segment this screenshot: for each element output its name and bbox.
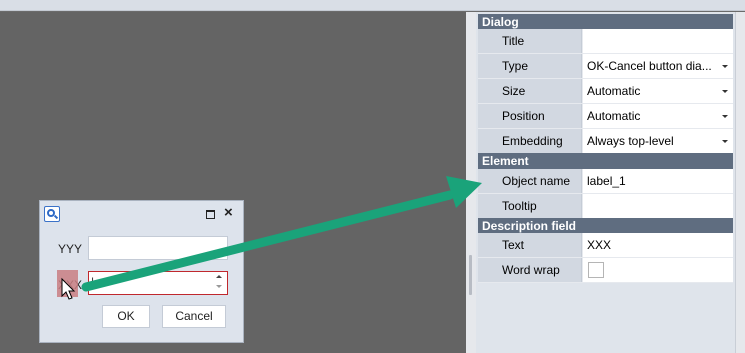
mouse-cursor-icon [61,277,76,300]
annotation-arrow-shaft [81,190,455,292]
annotation-overlay [61,176,482,300]
annotation-arrow-head [446,176,482,208]
